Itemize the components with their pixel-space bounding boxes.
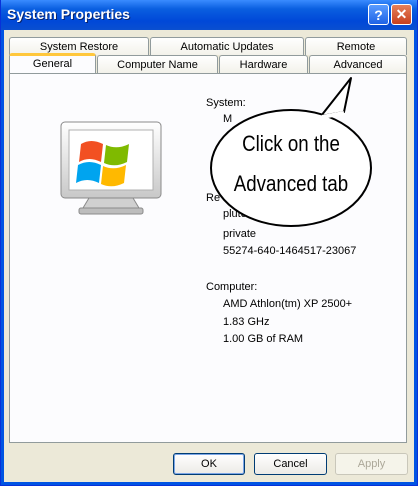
ok-button[interactable]: OK <box>173 453 245 475</box>
system-label: System: <box>206 97 246 109</box>
product-id: 55274-640-1464517-23067 <box>223 245 357 257</box>
registered-organization: private <box>223 228 257 240</box>
tab-label: System Restore <box>39 41 119 53</box>
tab-hardware[interactable]: Hardware <box>219 55 308 73</box>
apply-button[interactable]: Apply <box>335 453 408 475</box>
help-button[interactable]: ? <box>368 4 389 25</box>
tab-label: Advanced <box>333 59 383 71</box>
tab-label: General <box>32 58 73 70</box>
tab-label: Computer Name <box>117 59 198 71</box>
callout-line-1: Click on the <box>242 131 340 156</box>
computer-label: Computer: <box>206 281 258 293</box>
ok-label: OK <box>201 458 217 470</box>
cpu-speed: 1.83 GHz <box>223 316 270 328</box>
system-properties-window: System Properties ? ✕ System Restore Aut… <box>0 0 418 486</box>
tab-computer-name[interactable]: Computer Name <box>97 55 218 73</box>
window-title: System Properties <box>7 6 130 22</box>
tab-general[interactable]: General <box>9 53 96 73</box>
apply-label: Apply <box>357 458 386 470</box>
help-icon: ? <box>374 6 383 23</box>
callout-line-2: Advanced tab <box>233 171 349 196</box>
cpu-name: AMD Athlon(tm) XP 2500+ <box>223 298 353 310</box>
tab-advanced[interactable]: Advanced <box>309 55 407 73</box>
tab-label: Hardware <box>239 59 288 71</box>
tab-remote[interactable]: Remote <box>305 37 407 55</box>
registered-user: plutc <box>223 208 247 220</box>
title-bar[interactable]: System Properties ? ✕ <box>1 0 417 30</box>
windows-logo-monitor-icon <box>60 121 162 215</box>
close-button[interactable]: ✕ <box>391 4 412 25</box>
ram-amount: 1.00 GB of RAM <box>223 333 304 345</box>
registered-label-partial: Re <box>206 192 221 204</box>
cancel-button[interactable]: Cancel <box>254 453 327 475</box>
tab-automatic-updates[interactable]: Automatic Updates <box>150 37 304 55</box>
cancel-label: Cancel <box>273 458 308 470</box>
close-icon: ✕ <box>395 6 408 22</box>
callout-text: Click on the Advanced tab <box>227 124 355 204</box>
tab-label: Remote <box>336 41 376 53</box>
tab-label: Automatic Updates <box>180 41 274 53</box>
